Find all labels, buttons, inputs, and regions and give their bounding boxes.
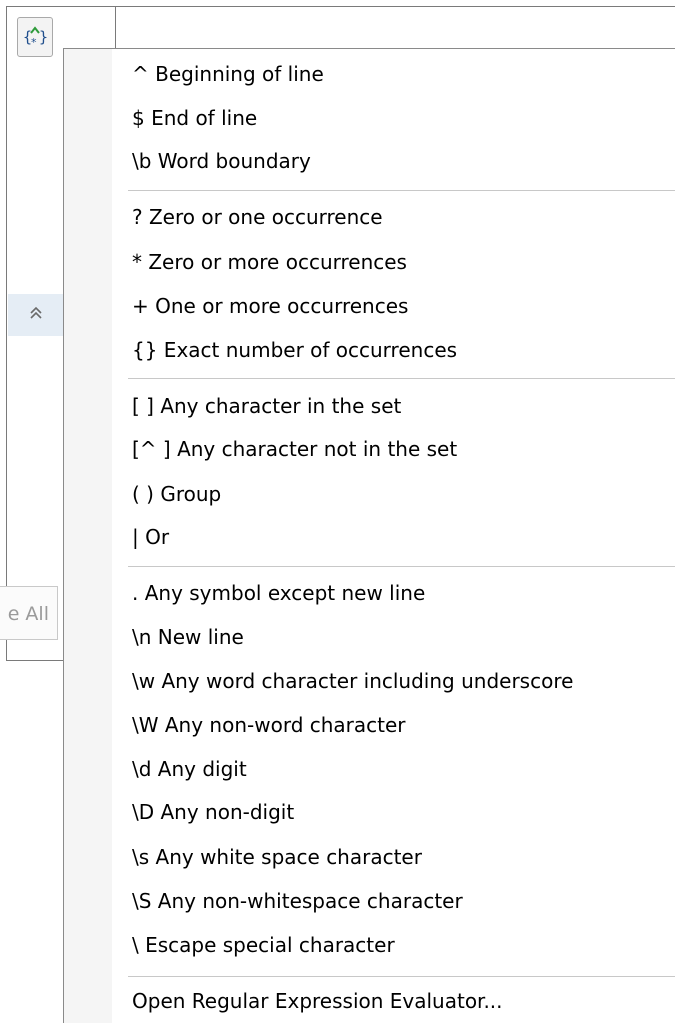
divider bbox=[6, 660, 66, 661]
dialog-border bbox=[6, 6, 7, 661]
divider bbox=[115, 6, 116, 48]
menu-item-new-line[interactable]: \n New line bbox=[112, 617, 675, 657]
menu-item-non-word-character[interactable]: \W Any non-word character bbox=[112, 705, 675, 745]
regex-options-button[interactable]: { } * bbox=[17, 17, 53, 57]
menu-item-non-whitespace[interactable]: \S Any non-whitespace character bbox=[112, 881, 675, 921]
menu-gutter bbox=[64, 49, 112, 1023]
svg-text:}: } bbox=[39, 28, 48, 46]
collapse-button[interactable] bbox=[8, 294, 64, 336]
menu-item-word-boundary[interactable]: \b Word boundary bbox=[112, 141, 675, 181]
menu-item-escape-character[interactable]: \ Escape special character bbox=[112, 925, 675, 965]
menu-item-word-character[interactable]: \w Any word character including undersco… bbox=[112, 661, 675, 701]
menu-item-end-of-line[interactable]: $ End of line bbox=[112, 98, 675, 138]
menu-item-open-evaluator[interactable]: Open Regular Expression Evaluator... bbox=[112, 981, 627, 1021]
menu-item-not-in-set[interactable]: [^ ] Any character not in the set bbox=[112, 429, 675, 469]
double-chevron-up-icon bbox=[28, 305, 44, 326]
menu-item-exact-number[interactable]: {} Exact number of occurrences bbox=[112, 330, 675, 370]
regex-context-menu: ^ Beginning of line $ End of line \b Wor… bbox=[63, 48, 675, 1023]
regex-icon: { } * bbox=[23, 26, 48, 49]
svg-text:*: * bbox=[31, 36, 37, 49]
menu-item-any-digit[interactable]: \d Any digit bbox=[112, 749, 675, 789]
menu-item-any-in-set[interactable]: [ ] Any character in the set bbox=[112, 386, 675, 426]
replace-all-label: e All bbox=[7, 603, 49, 625]
replace-all-button[interactable]: e All bbox=[0, 586, 58, 640]
menu-separator bbox=[128, 190, 675, 191]
menu-item-beginning-of-line[interactable]: ^ Beginning of line bbox=[112, 54, 675, 94]
menu-item-group[interactable]: ( ) Group bbox=[112, 474, 675, 514]
menu-item-zero-or-more[interactable]: * Zero or more occurrences bbox=[112, 242, 675, 282]
menu-item-one-or-more[interactable]: + One or more occurrences bbox=[112, 286, 675, 326]
dialog-border bbox=[6, 6, 675, 7]
menu-item-white-space[interactable]: \s Any white space character bbox=[112, 837, 675, 877]
menu-separator bbox=[128, 378, 675, 379]
menu-item-any-symbol[interactable]: . Any symbol except new line bbox=[112, 573, 675, 613]
menu-item-zero-or-one[interactable]: ? Zero or one occurrence bbox=[112, 197, 675, 237]
menu-item-non-digit[interactable]: \D Any non-digit bbox=[112, 792, 675, 832]
menu-separator bbox=[128, 566, 675, 567]
menu-item-or[interactable]: | Or bbox=[112, 517, 675, 557]
menu-separator bbox=[128, 976, 675, 977]
